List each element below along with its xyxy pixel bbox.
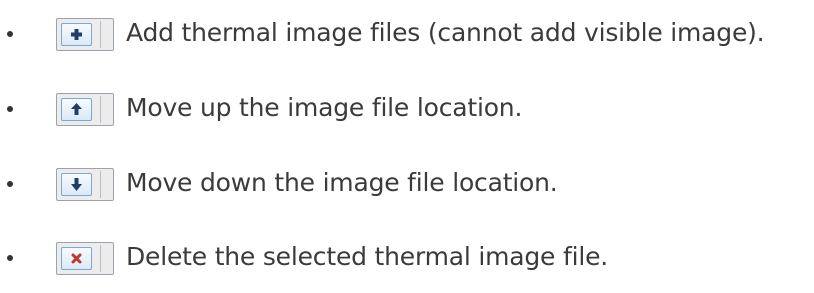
delete-x-icon <box>71 253 82 264</box>
arrow-up-icon <box>71 103 82 115</box>
list-item-add: Add thermal image files (cannot add visi… <box>0 14 814 54</box>
list-item-move-up: Move up the image file location. <box>0 89 814 129</box>
delete-button[interactable] <box>56 242 114 275</box>
list-item-delete: Delete the selected thermal image file. <box>0 238 814 278</box>
move-down-button[interactable] <box>56 168 114 201</box>
bullet <box>7 181 13 187</box>
bullet <box>7 255 13 261</box>
plus-icon <box>71 29 82 40</box>
toolbar-legend-list: Add thermal image files (cannot add visi… <box>0 0 814 293</box>
item-description: Add thermal image files (cannot add visi… <box>126 18 765 47</box>
arrow-down-icon <box>71 178 82 191</box>
item-description: Delete the selected thermal image file. <box>126 242 609 271</box>
item-description: Move up the image file location. <box>126 93 523 122</box>
item-description: Move down the image file location. <box>126 168 558 197</box>
bullet <box>7 106 13 112</box>
add-button[interactable] <box>56 18 114 51</box>
bullet <box>7 31 13 37</box>
move-up-button[interactable] <box>56 93 114 126</box>
list-item-move-down: Move down the image file location. <box>0 164 814 204</box>
